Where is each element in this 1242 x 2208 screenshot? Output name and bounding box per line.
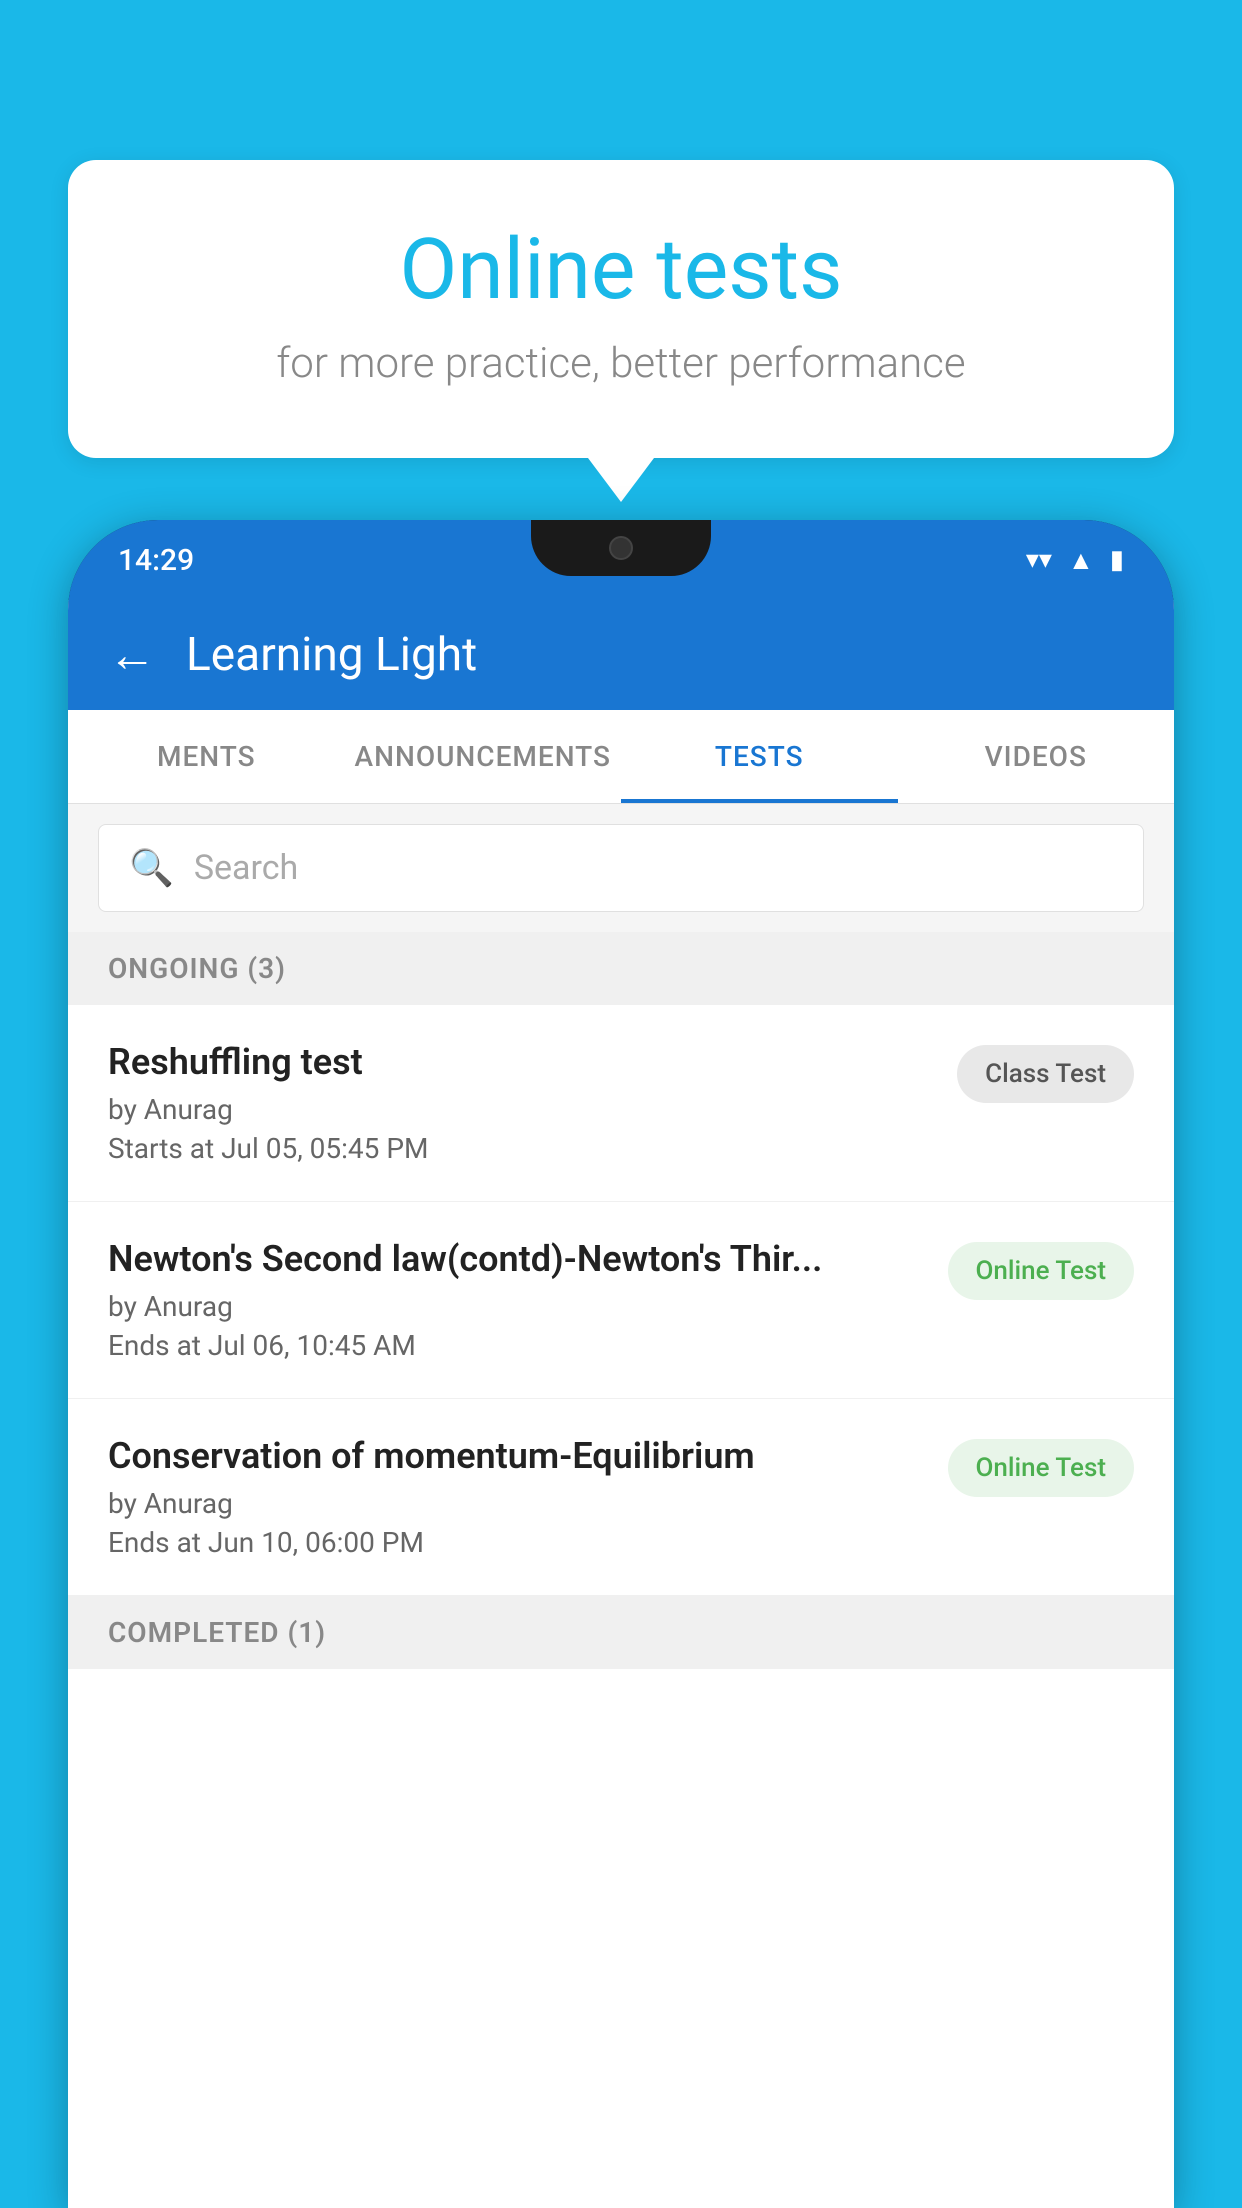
test-item-reshuffling[interactable]: Reshuffling test by Anurag Starts at Jul… [68,1005,1174,1202]
bubble-subtitle: for more practice, better performance [148,339,1094,388]
test-date-reshuffling: Starts at Jul 05, 05:45 PM [108,1132,937,1165]
badge-online-test-1: Online Test [948,1242,1135,1300]
test-name-conservation: Conservation of momentum-Equilibrium [108,1435,928,1477]
status-icons: ▾▾ ▲ ▮ [1026,545,1124,576]
signal-icon: ▲ [1068,545,1094,576]
search-container: 🔍 Search [68,804,1174,932]
tab-tests[interactable]: TESTS [621,710,898,803]
badge-class-test: Class Test [957,1045,1134,1103]
background: Online tests for more practice, better p… [0,0,1242,2208]
search-bar[interactable]: 🔍 Search [98,824,1144,912]
back-button[interactable]: ← [108,631,156,679]
app-title: Learning Light [186,628,477,682]
test-date-conservation: Ends at Jun 10, 06:00 PM [108,1526,928,1559]
test-info-conservation: Conservation of momentum-Equilibrium by … [108,1435,928,1559]
test-name-newtons: Newton's Second law(contd)-Newton's Thir… [108,1238,928,1280]
speech-bubble: Online tests for more practice, better p… [68,160,1174,458]
tab-videos[interactable]: VIDEOS [898,710,1175,803]
test-by-reshuffling: by Anurag [108,1093,937,1126]
phone-screen: ← Learning Light MENTS ANNOUNCEMENTS TES… [68,600,1174,2208]
camera-dot [609,536,633,560]
test-info-reshuffling: Reshuffling test by Anurag Starts at Jul… [108,1041,937,1165]
completed-section-header: COMPLETED (1) [68,1596,1174,1669]
phone-frame: 14:29 ▾▾ ▲ ▮ ← Learning Light MENTS ANNO… [68,520,1174,2208]
test-name-reshuffling: Reshuffling test [108,1041,937,1083]
status-time: 14:29 [118,543,194,578]
search-icon: 🔍 [129,847,174,889]
test-item-newtons[interactable]: Newton's Second law(contd)-Newton's Thir… [68,1202,1174,1399]
app-header: ← Learning Light [68,600,1174,710]
test-date-newtons: Ends at Jul 06, 10:45 AM [108,1329,928,1362]
tabs-bar: MENTS ANNOUNCEMENTS TESTS VIDEOS [68,710,1174,804]
search-input[interactable]: Search [194,848,298,888]
tab-ments[interactable]: MENTS [68,710,345,803]
test-info-newtons: Newton's Second law(contd)-Newton's Thir… [108,1238,928,1362]
bubble-title: Online tests [148,220,1094,319]
test-by-newtons: by Anurag [108,1290,928,1323]
badge-online-test-2: Online Test [948,1439,1135,1497]
ongoing-section-header: ONGOING (3) [68,932,1174,1005]
notch [531,520,711,576]
tab-announcements[interactable]: ANNOUNCEMENTS [345,710,622,803]
battery-icon: ▮ [1110,545,1124,575]
test-item-conservation[interactable]: Conservation of momentum-Equilibrium by … [68,1399,1174,1596]
wifi-icon: ▾▾ [1026,545,1052,575]
test-by-conservation: by Anurag [108,1487,928,1520]
status-bar: 14:29 ▾▾ ▲ ▮ [68,520,1174,600]
